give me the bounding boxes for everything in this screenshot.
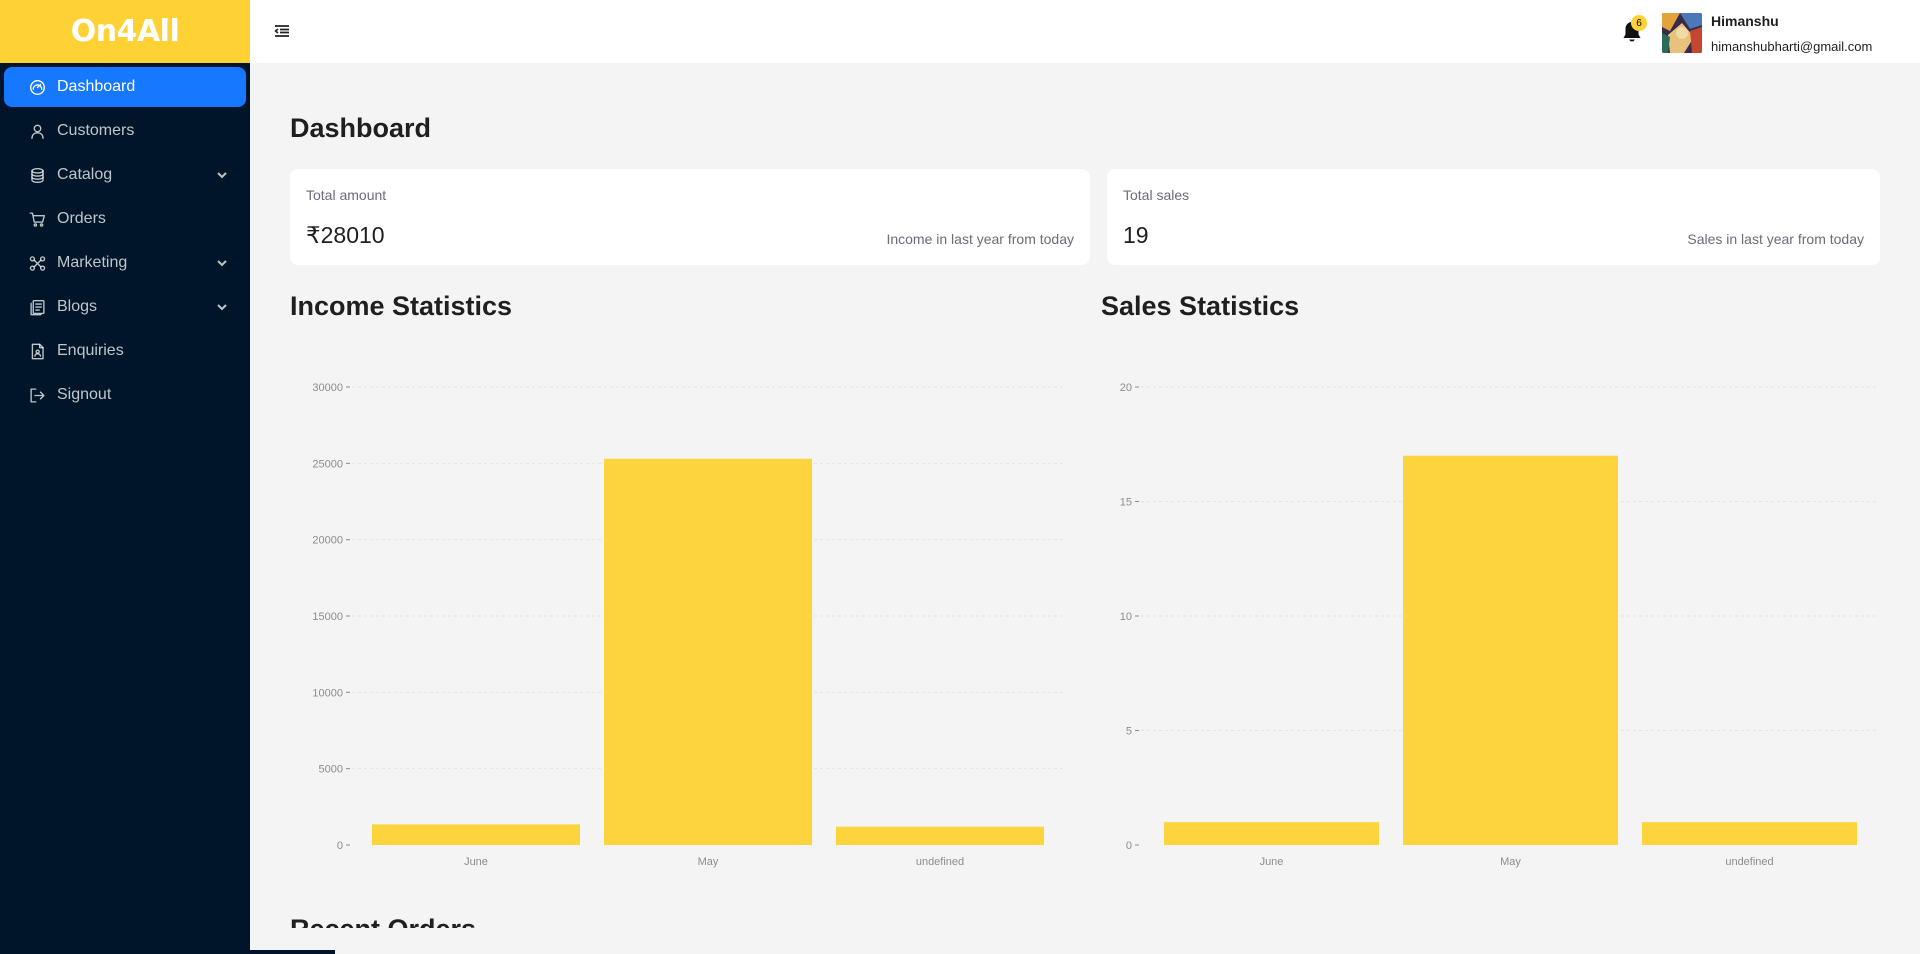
bar-undefined <box>1642 822 1857 845</box>
y-tick-label: 25000 <box>312 458 343 470</box>
y-tick-label: 20000 <box>312 535 343 547</box>
avatar[interactable] <box>1662 13 1702 53</box>
cart-icon <box>28 210 46 228</box>
y-tick-label: 30000 <box>312 382 343 394</box>
notification-badge: 6 <box>1631 15 1647 31</box>
sales-statistics-title: Sales Statistics <box>1101 291 1300 321</box>
y-tick-label: 15 <box>1120 497 1132 509</box>
bar-June <box>372 824 580 845</box>
y-tick-label: 0 <box>1126 840 1132 852</box>
sales-bar-chart: 0 5 10 15 20 June May undefined <box>1120 382 1876 868</box>
card-subtext: Sales in last year from today <box>1687 231 1864 247</box>
chevron-down-icon[interactable] <box>216 168 228 180</box>
signout-icon <box>28 386 46 404</box>
recent-orders-title: Recent Orders <box>290 912 476 928</box>
user-email[interactable]: himanshubharti@gmail.com <box>1711 39 1872 54</box>
marketing-icon <box>28 254 46 272</box>
sidebar-item-dashboard[interactable]: Dashboard <box>4 67 246 107</box>
total-amount-card: Total amount ₹28010 Income in last year … <box>290 169 1090 265</box>
database-icon <box>28 166 46 184</box>
blog-icon <box>28 298 46 316</box>
sidebar-item-signout[interactable]: Signout <box>4 375 246 415</box>
card-value: ₹28010 <box>306 222 385 248</box>
sidebar-item-label: Catalog <box>57 166 113 183</box>
sidebar-item-label: Customers <box>57 122 135 139</box>
card-label: Total sales <box>1123 187 1190 203</box>
card-label: Total amount <box>306 187 387 203</box>
y-tick-label: 0 <box>337 840 343 852</box>
y-tick-label: 20 <box>1120 382 1132 394</box>
x-tick-label: May <box>698 856 719 868</box>
sidebar: On4All Dashboard Customers Catalog Order… <box>0 0 250 954</box>
chevron-down-icon[interactable] <box>216 300 228 312</box>
sidebar-menu: Dashboard Customers Catalog Orders Marke… <box>0 63 250 415</box>
y-tick-label: 5 <box>1126 726 1132 738</box>
top-header: 6 Himanshu himanshubharti@gmail.com <box>250 0 1920 63</box>
sidebar-item-label: Dashboard <box>57 78 136 95</box>
x-tick-label: undefined <box>916 856 964 868</box>
sidebar-item-enquiries[interactable]: Enquiries <box>4 331 246 371</box>
y-tick-label: 10000 <box>312 687 343 699</box>
x-tick-label: June <box>1260 856 1284 868</box>
page-title: Dashboard <box>290 113 432 143</box>
card-subtext: Income in last year from today <box>886 231 1074 247</box>
bar-undefined <box>836 826 1044 845</box>
total-sales-card: Total sales 19 Sales in last year from t… <box>1107 169 1880 265</box>
bar-May <box>1403 455 1618 845</box>
sidebar-item-label: Enquiries <box>57 342 124 359</box>
y-tick-label: 15000 <box>312 611 343 623</box>
bar-June <box>1164 822 1379 845</box>
sidebar-item-marketing[interactable]: Marketing <box>4 243 246 283</box>
sidebar-item-label: Orders <box>57 210 106 227</box>
x-tick-label: May <box>1500 856 1521 868</box>
sidebar-item-blogs[interactable]: Blogs <box>4 287 246 327</box>
sidebar-item-label: Signout <box>57 386 112 403</box>
chevron-down-icon[interactable] <box>216 256 228 268</box>
y-tick-label: 10 <box>1120 611 1132 623</box>
income-bar-chart: 0 5000 10000 15000 20000 25000 30000 June May und… <box>312 382 1065 868</box>
card-value: 19 <box>1123 222 1149 248</box>
bar-May <box>604 458 812 845</box>
user-name[interactable]: Himanshu <box>1711 13 1779 29</box>
user-icon <box>28 122 46 140</box>
logo-text: On4All <box>70 14 180 49</box>
sidebar-item-orders[interactable]: Orders <box>4 199 246 239</box>
x-tick-label: June <box>464 856 488 868</box>
sidebar-item-catalog[interactable]: Catalog <box>4 155 246 195</box>
enquiry-icon <box>28 342 46 360</box>
logo[interactable]: On4All <box>0 0 250 63</box>
scrollbar-track[interactable] <box>48 950 335 954</box>
sidebar-item-label: Marketing <box>57 254 128 271</box>
sidebar-item-customers[interactable]: Customers <box>4 111 246 151</box>
menu-fold-icon[interactable] <box>274 23 290 39</box>
sidebar-item-label: Blogs <box>57 298 98 315</box>
x-tick-label: undefined <box>1725 856 1773 868</box>
income-statistics-title: Income Statistics <box>290 291 513 321</box>
y-tick-label: 5000 <box>319 764 343 776</box>
dashboard-icon <box>28 78 46 96</box>
